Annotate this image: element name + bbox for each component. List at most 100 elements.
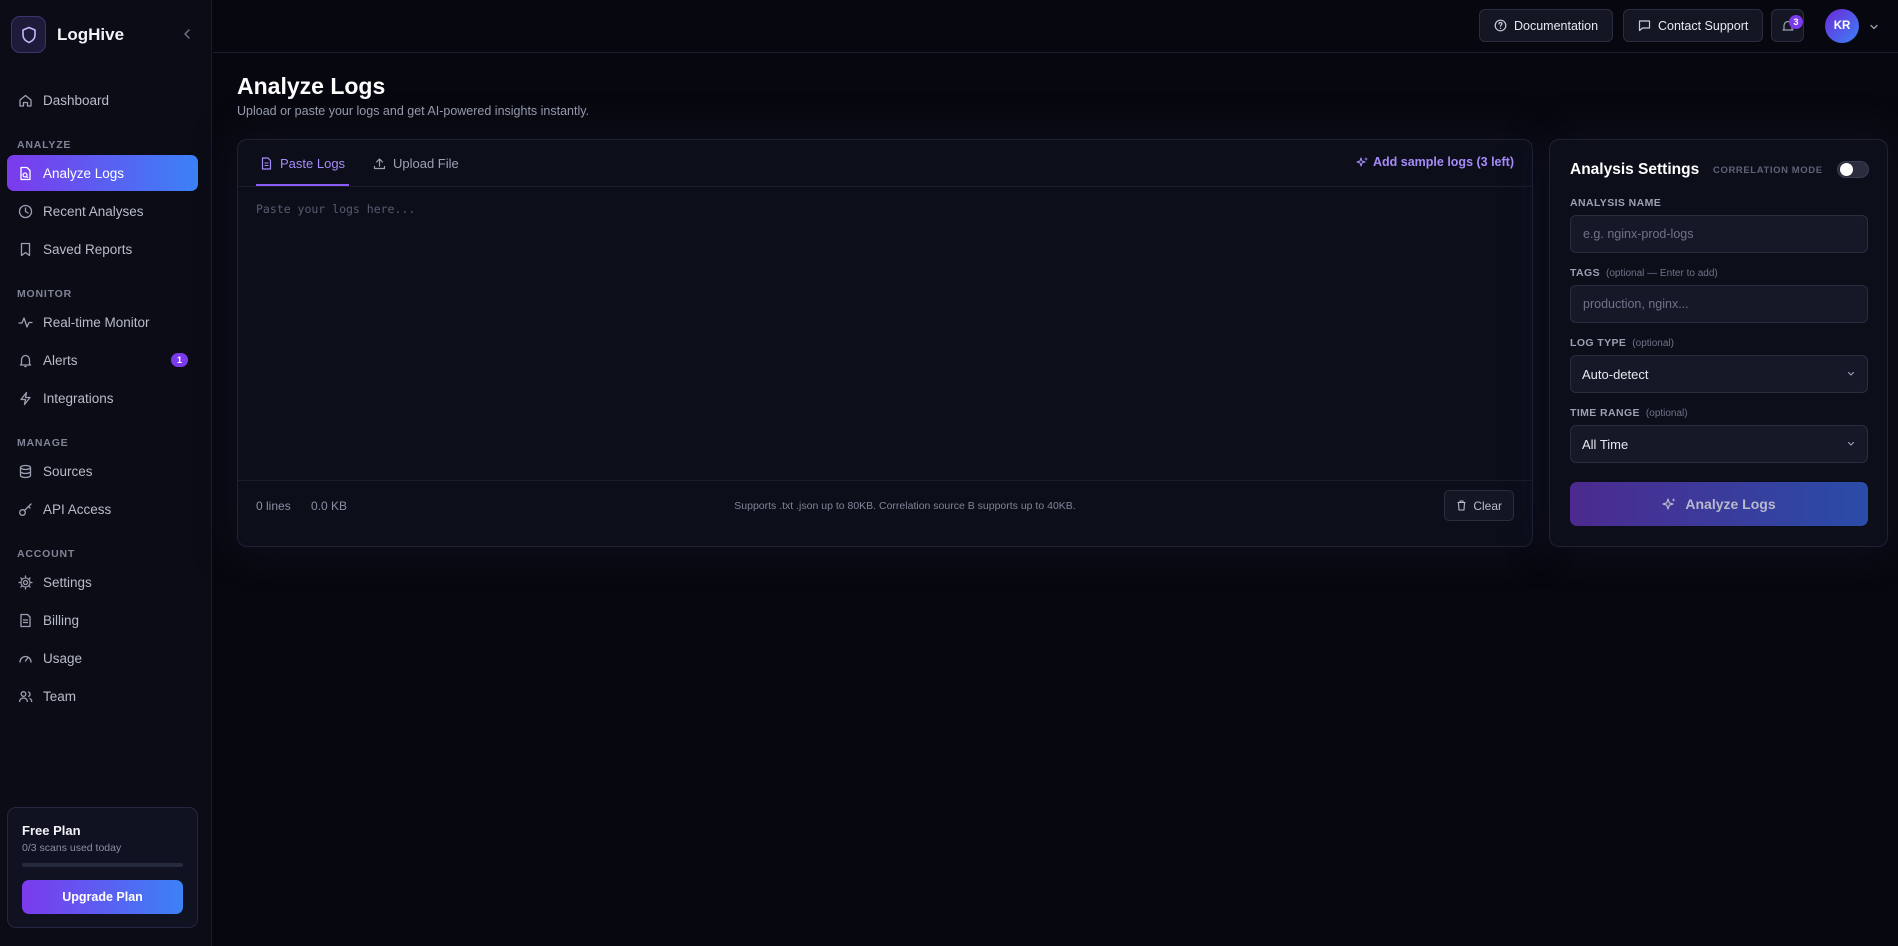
tags-input[interactable] [1570,285,1868,323]
page-subtitle: Upload or paste your logs and get AI-pow… [237,104,590,118]
tab-label: Paste Logs [280,155,346,171]
collapse-sidebar-icon[interactable] [180,27,194,41]
sidebar-item-alerts[interactable]: Alerts 1 [7,342,198,378]
correlation-mode-label: CORRELATION MODE [1713,165,1823,176]
log-type-hint: (optional) [1632,338,1674,349]
avatar[interactable]: KR [1825,9,1859,43]
footer-divider [238,480,1532,481]
time-range-value: All Time [1582,436,1629,452]
analysis-name-label: ANALYSIS NAME [1570,197,1661,209]
section-label-manage: MANAGE [17,437,69,449]
message-square-icon [1638,19,1651,32]
sidebar-item-team[interactable]: Team [7,678,198,714]
add-sample-logs-label: Add sample logs (3 left) [1373,155,1514,169]
sidebar-item-sources[interactable]: Sources [7,453,198,489]
home-icon [18,93,33,108]
gauge-icon [18,651,33,666]
analysis-name-label-text: ANALYSIS NAME [1570,197,1662,209]
key-icon [18,502,33,517]
bell-icon [18,353,33,368]
plan-usage-bar [22,863,183,867]
chevron-down-icon [1846,369,1856,379]
sidebar-item-label: Real-time Monitor [43,314,150,330]
sidebar-item-label: Integrations [43,390,114,406]
tags-hint: (optional — Enter to add) [1606,268,1718,279]
time-range-label: TIME RANGE (optional) [1570,407,1688,419]
sidebar-item-api-access[interactable]: API Access [7,491,198,527]
users-icon [18,689,33,704]
log-input-card: Paste Logs Upload File Add sample logs (… [237,139,1533,547]
sidebar-item-billing[interactable]: Billing [7,602,198,638]
activity-icon [18,315,33,330]
analyze-logs-button[interactable]: Analyze Logs [1570,482,1868,526]
log-type-label-text: LOG TYPE [1570,337,1627,349]
tab-upload-file[interactable]: Upload File [373,140,459,186]
chevron-down-icon [1846,439,1856,449]
receipt-icon [18,613,33,628]
documentation-label: Documentation [1514,18,1599,33]
sidebar-item-recent-analyses[interactable]: Recent Analyses [7,193,198,229]
section-label-account: ACCOUNT [17,548,76,560]
database-icon [18,464,33,479]
sidebar-item-label: Alerts [43,352,78,368]
sparkles-icon [1662,497,1677,512]
tab-label: Upload File [393,155,459,171]
sidebar-item-integrations[interactable]: Integrations [7,380,198,416]
chevron-down-icon[interactable] [1868,21,1880,33]
file-text-icon [260,156,273,170]
plan-usage-text: 0/3 scans used today [22,842,122,854]
brand[interactable]: LogHive [11,16,124,53]
sidebar-item-label: Settings [43,574,92,590]
sidebar-item-saved-reports[interactable]: Saved Reports [7,231,198,267]
zap-icon [18,391,33,406]
section-label-analyze: ANALYZE [17,139,72,151]
clear-label: Clear [1473,498,1502,513]
settings-title: Analysis Settings [1570,161,1700,178]
contact-support-label: Contact Support [1658,18,1749,33]
analysis-name-input[interactable] [1570,215,1868,253]
tags-label-text: TAGS [1570,267,1600,279]
gear-icon [18,574,33,590]
sidebar-item-label: Recent Analyses [43,203,144,219]
notification-count-badge: 3 [1789,15,1803,29]
sidebar-item-settings[interactable]: Settings [7,564,198,600]
upgrade-plan-button[interactable]: Upgrade Plan [22,880,183,914]
trash-icon [1456,500,1467,511]
section-label-monitor: MONITOR [17,288,72,300]
toggle-knob [1840,163,1853,176]
sparkles-icon [1356,156,1369,169]
contact-support-button[interactable]: Contact Support [1623,9,1764,42]
sidebar-item-dashboard[interactable]: Dashboard [7,82,198,118]
log-type-select[interactable]: Auto-detect [1570,355,1868,393]
time-range-hint: (optional) [1645,408,1688,419]
log-type-value: Auto-detect [1582,366,1649,382]
correlation-mode-toggle[interactable] [1837,161,1869,178]
tags-label: TAGS (optional — Enter to add) [1570,267,1718,279]
upload-icon [373,157,386,170]
plan-title: Free Plan [22,823,81,838]
clear-button[interactable]: Clear [1444,490,1514,521]
time-range-select[interactable]: All Time [1570,425,1868,463]
analysis-settings-card: Analysis Settings CORRELATION MODE ANALY… [1549,139,1888,547]
app-name: LogHive [57,24,125,44]
sidebar-item-analyze-logs[interactable]: Analyze Logs [7,155,198,191]
plan-card: Free Plan 0/3 scans used today Upgrade P… [7,807,198,928]
sidebar-item-label: Dashboard [43,92,110,108]
analyze-logs-label: Analyze Logs [1685,496,1776,512]
notifications-button[interactable]: 3 [1771,9,1804,42]
add-sample-logs-link[interactable]: Add sample logs (3 left) [1356,155,1514,169]
log-textarea[interactable] [238,187,1532,435]
documentation-button[interactable]: Documentation [1479,9,1614,42]
alerts-count-badge: 1 [171,353,188,367]
sidebar-item-label: Billing [43,612,80,628]
sidebar-item-label: Saved Reports [43,241,133,257]
sidebar-item-usage[interactable]: Usage [7,640,198,676]
sidebar-item-label: Usage [43,650,83,666]
sidebar-item-realtime-monitor[interactable]: Real-time Monitor [7,304,198,340]
sidebar-item-label: Sources [43,463,93,479]
time-range-label-text: TIME RANGE [1570,407,1640,419]
tab-paste-logs[interactable]: Paste Logs [260,140,345,186]
topbar: Documentation Contact Support 3 KR [213,0,1898,53]
sidebar-item-label: Team [43,688,77,704]
bookmark-icon [18,242,33,257]
